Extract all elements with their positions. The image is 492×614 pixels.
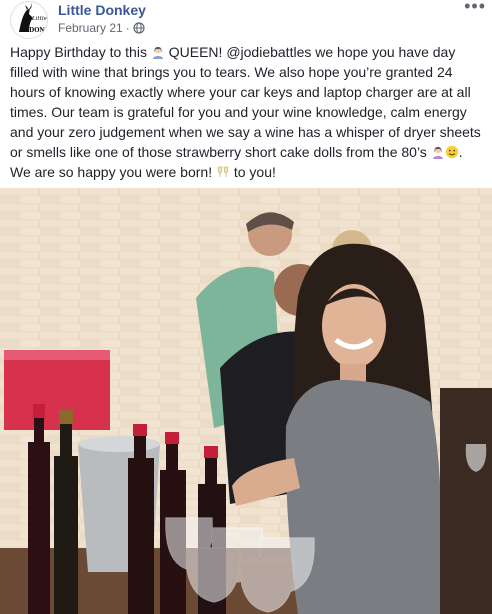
post-text-part: Happy Birthday to this [10,44,151,60]
page-name-link[interactable]: Little Donkey [58,2,146,18]
svg-text:Little: Little [31,16,48,22]
smiling-face-emoji [445,145,458,159]
post-date[interactable]: February 21 [58,21,123,35]
woman-tipping-hand-emoji [432,146,443,159]
post-meta: February 21 · [58,21,145,35]
post-text-part: QUEEN! @jodiebattles we hope you have da… [10,44,481,160]
page-avatar[interactable]: Little DONKEY [10,1,48,39]
globe-icon[interactable] [133,22,145,34]
post-photo[interactable] [0,188,492,614]
post-text-part: to you! [229,164,276,180]
more-options-icon[interactable]: ••• [464,0,486,17]
separator-dot: · [125,21,130,35]
svg-text:DONKEY: DONKEY [29,27,48,34]
donkey-logo-icon: Little DONKEY [19,3,48,34]
wine-tasting-photo [0,188,492,614]
post-header: Little DONKEY Little Donkey February 21 … [0,0,492,40]
woman-tipping-hand-emoji [152,46,163,59]
post-message: Happy Birthday to this QUEEN! @jodiebatt… [10,42,486,182]
clinking-glasses-emoji [217,166,229,177]
